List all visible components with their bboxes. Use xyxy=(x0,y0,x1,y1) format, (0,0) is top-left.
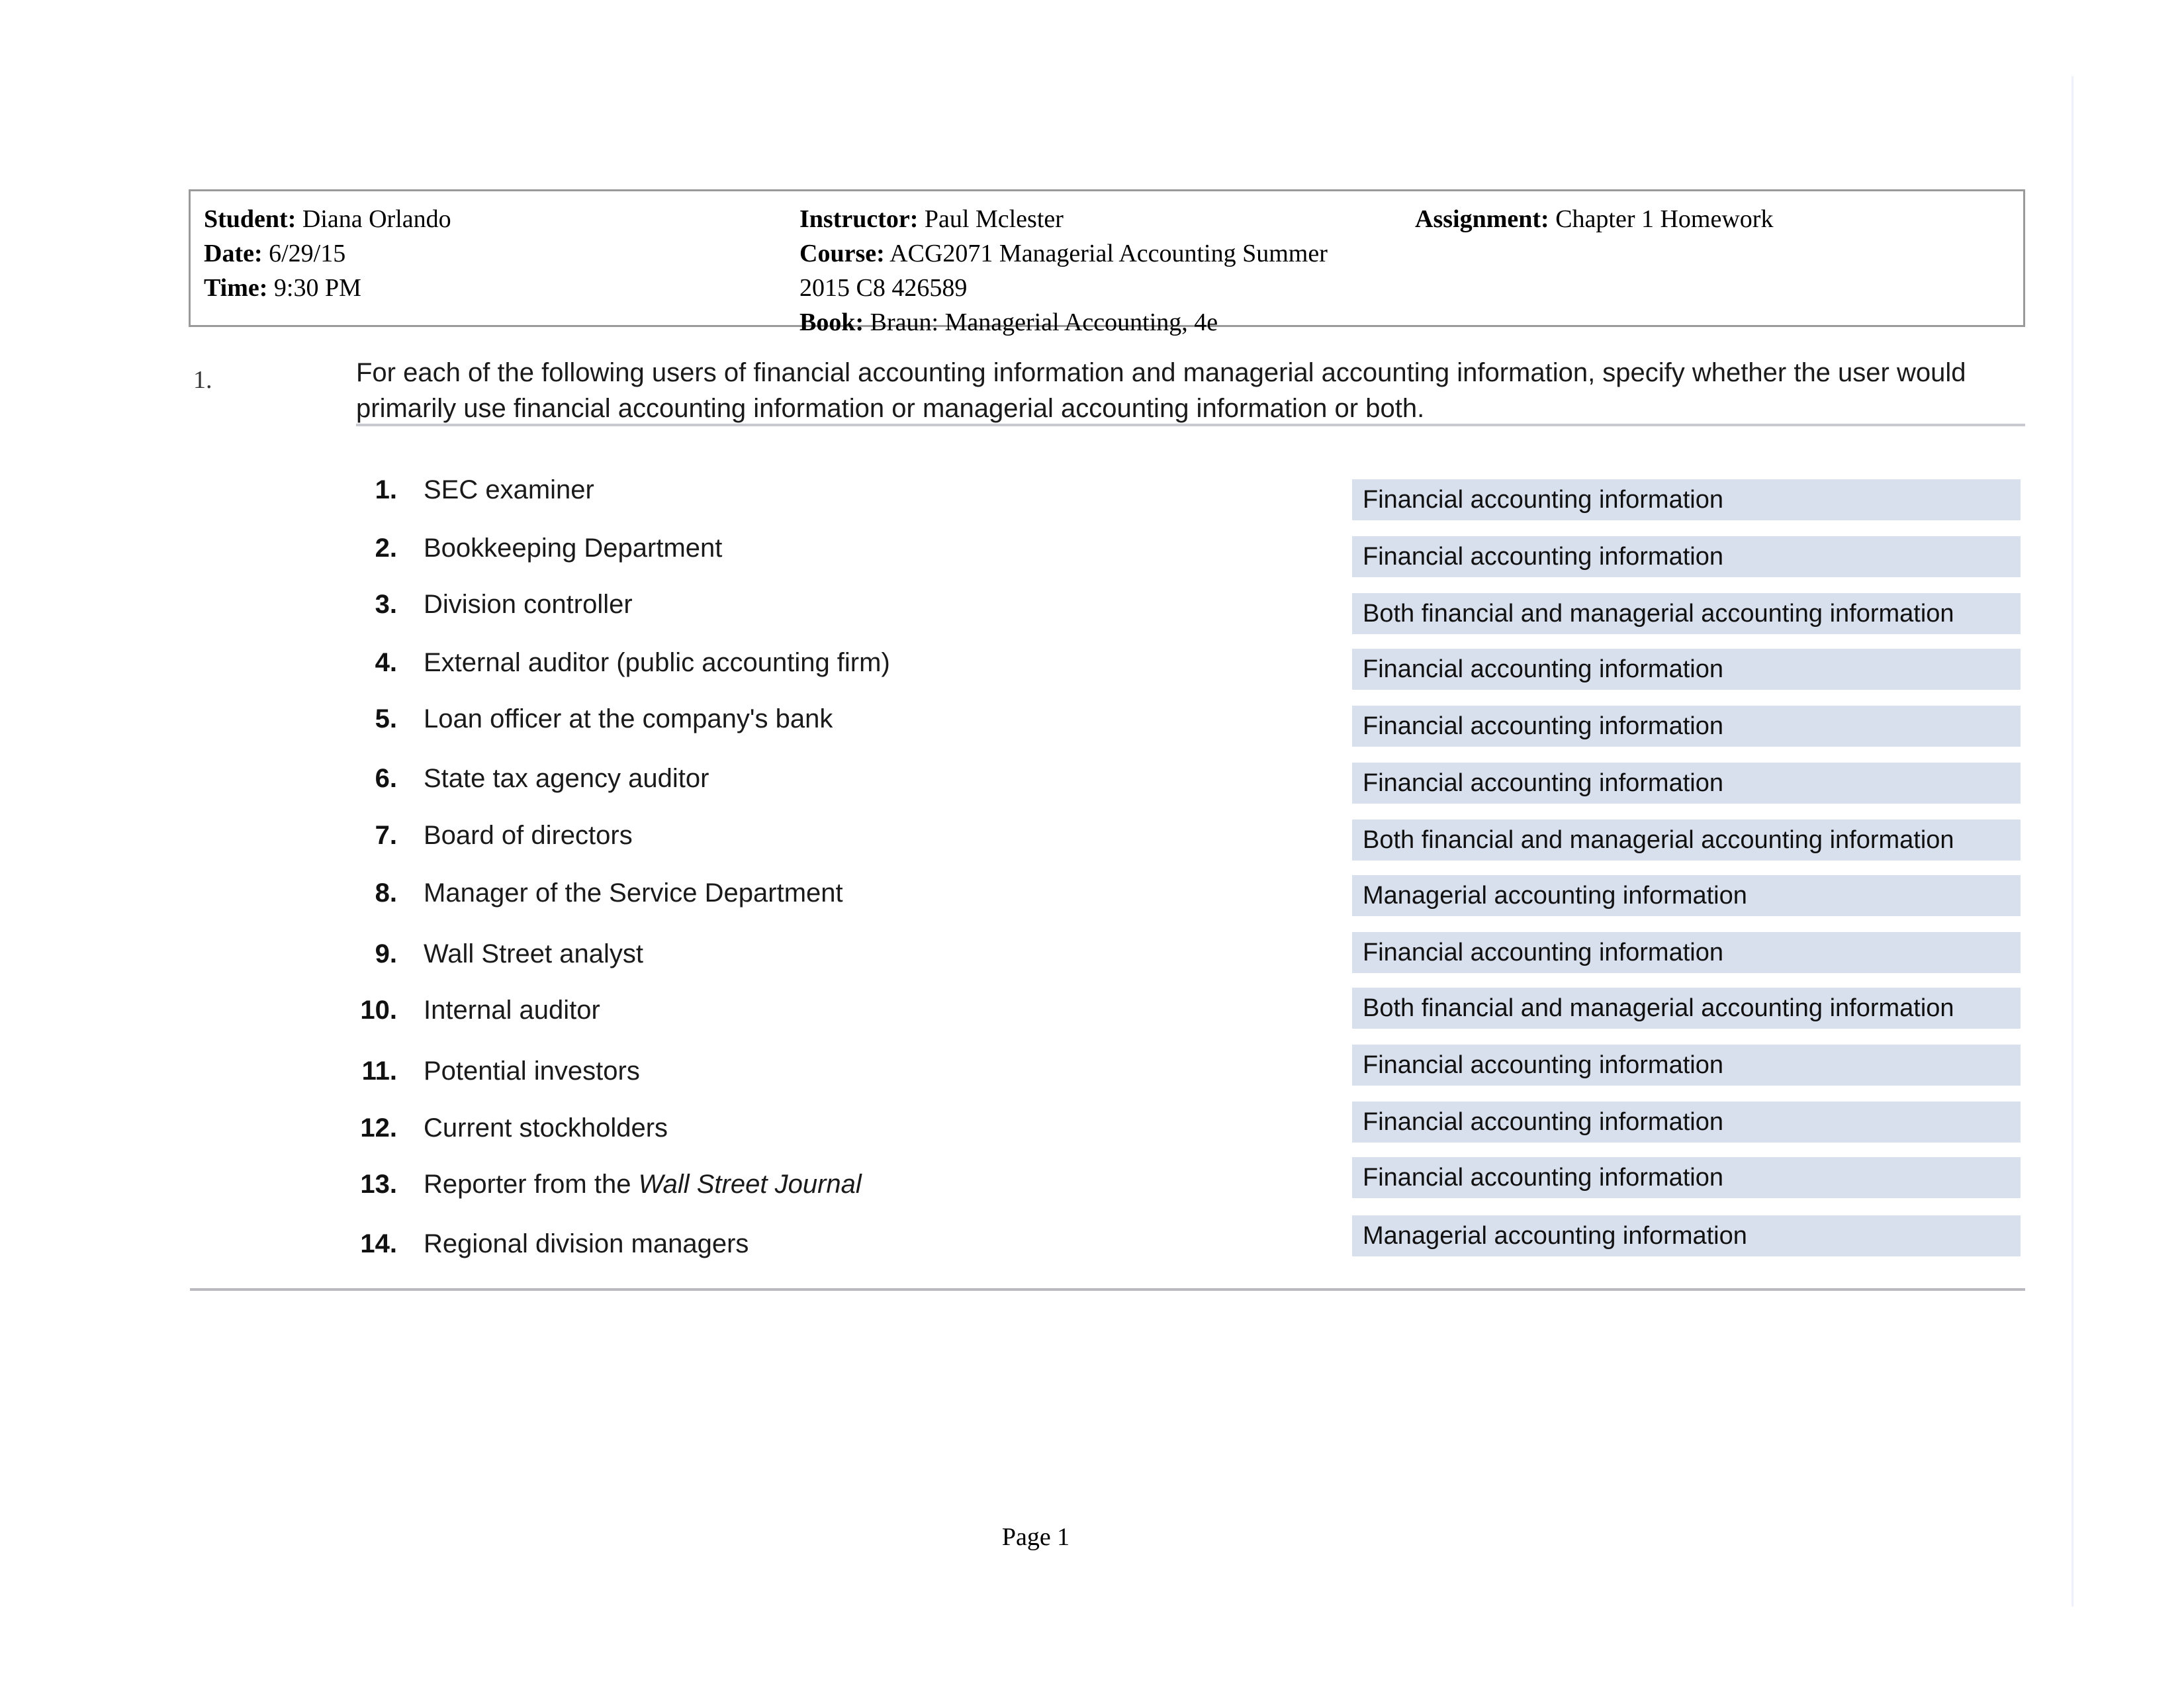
answer-value: Both financial and managerial accounting… xyxy=(1363,994,1954,1022)
answer-field[interactable]: Financial accounting information xyxy=(1352,536,2021,577)
item-number: 11. xyxy=(361,1056,397,1086)
item-label: Current stockholders xyxy=(424,1113,668,1143)
item-number: 14. xyxy=(360,1229,397,1258)
item-label: Reporter from the Wall Street Journal xyxy=(424,1170,862,1199)
answer-field[interactable]: Financial accounting information xyxy=(1352,1045,2021,1086)
document-page: Student: Diana Orlando Date: 6/29/15 Tim… xyxy=(0,0,2071,1688)
item-label-italic: Wall Street Journal xyxy=(638,1170,862,1199)
answer-value: Managerial accounting information xyxy=(1363,1222,1747,1250)
answer-list: 1. SEC examiner Financial accounting infor… xyxy=(0,0,2071,1688)
answer-value: Financial accounting information xyxy=(1363,712,1723,740)
answer-value: Both financial and managerial accounting… xyxy=(1363,600,1954,628)
answer-field[interactable]: Financial accounting information xyxy=(1352,706,2021,747)
answer-value: Financial accounting information xyxy=(1363,1108,1723,1136)
item-number: 1. xyxy=(375,475,397,504)
answer-field[interactable]: Financial accounting information xyxy=(1352,1102,2021,1143)
item-label: Internal auditor xyxy=(424,996,600,1025)
answer-field[interactable]: Both financial and managerial accounting… xyxy=(1352,988,2021,1029)
answer-field[interactable]: Both financial and managerial accounting… xyxy=(1352,820,2021,861)
answer-value: Financial accounting information xyxy=(1363,655,1723,683)
item-number: 3. xyxy=(375,590,397,619)
item-label: State tax agency auditor xyxy=(424,764,709,793)
item-number: 12. xyxy=(360,1113,397,1143)
answer-field[interactable]: Financial accounting information xyxy=(1352,763,2021,804)
answer-value: Financial accounting information xyxy=(1363,543,1723,571)
item-label: Board of directors xyxy=(424,821,633,850)
answer-value: Financial accounting information xyxy=(1363,1164,1723,1192)
item-number: 7. xyxy=(375,821,397,850)
item-label: Bookkeeping Department xyxy=(424,534,723,563)
divider-bottom xyxy=(190,1288,2025,1291)
item-number: 4. xyxy=(375,648,397,677)
answer-field[interactable]: Financial accounting information xyxy=(1352,1157,2021,1198)
item-number: 5. xyxy=(375,704,397,733)
answer-field[interactable]: Managerial accounting information xyxy=(1352,875,2021,916)
item-number: 9. xyxy=(375,939,397,968)
page-footer: Page 1 xyxy=(1001,1523,1070,1551)
answer-field[interactable]: Financial accounting information xyxy=(1352,932,2021,973)
item-label: Manager of the Service Department xyxy=(424,878,843,908)
answer-field[interactable]: Both financial and managerial accounting… xyxy=(1352,593,2021,634)
item-label-text: Reporter from the xyxy=(424,1170,639,1199)
answer-value: Financial accounting information xyxy=(1363,1051,1723,1079)
item-label: Loan officer at the company's bank xyxy=(424,704,833,733)
item-label: Regional division managers xyxy=(424,1229,749,1258)
item-label: Division controller xyxy=(424,590,633,619)
answer-field[interactable]: Financial accounting information xyxy=(1352,479,2021,520)
answer-value: Financial accounting information xyxy=(1363,769,1723,797)
answer-field[interactable]: Financial accounting information xyxy=(1352,649,2021,690)
answer-value: Managerial accounting information xyxy=(1363,882,1747,910)
answer-field[interactable]: Managerial accounting information xyxy=(1352,1215,2021,1256)
item-label: External auditor (public accounting firm… xyxy=(424,648,890,677)
item-label: SEC examiner xyxy=(424,475,594,504)
item-number: 10. xyxy=(360,996,397,1025)
item-number: 13. xyxy=(360,1170,397,1199)
answer-value: Both financial and managerial accounting… xyxy=(1363,826,1954,854)
answer-value: Financial accounting information xyxy=(1363,486,1723,514)
item-number: 8. xyxy=(375,878,397,908)
item-label: Potential investors xyxy=(424,1056,640,1086)
item-number: 2. xyxy=(375,534,397,563)
item-label: Wall Street analyst xyxy=(424,939,643,968)
answer-value: Financial accounting information xyxy=(1363,939,1723,966)
page-boundary-line xyxy=(2071,76,2073,1607)
item-number: 6. xyxy=(375,764,397,793)
